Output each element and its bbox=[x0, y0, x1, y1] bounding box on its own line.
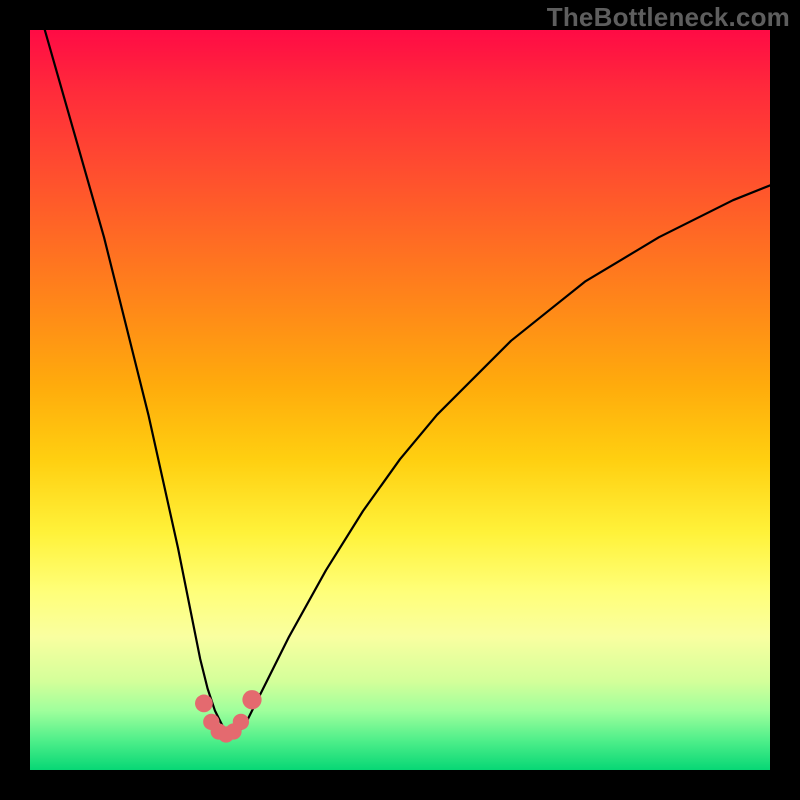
chart-frame: TheBottleneck.com bbox=[0, 0, 800, 800]
optimal-marker bbox=[195, 695, 213, 713]
chart-svg bbox=[30, 30, 770, 770]
watermark-text: TheBottleneck.com bbox=[547, 2, 790, 33]
bottleneck-curve bbox=[45, 30, 770, 733]
plot-area bbox=[30, 30, 770, 770]
optimal-marker bbox=[233, 714, 249, 730]
optimal-marker bbox=[242, 690, 261, 709]
